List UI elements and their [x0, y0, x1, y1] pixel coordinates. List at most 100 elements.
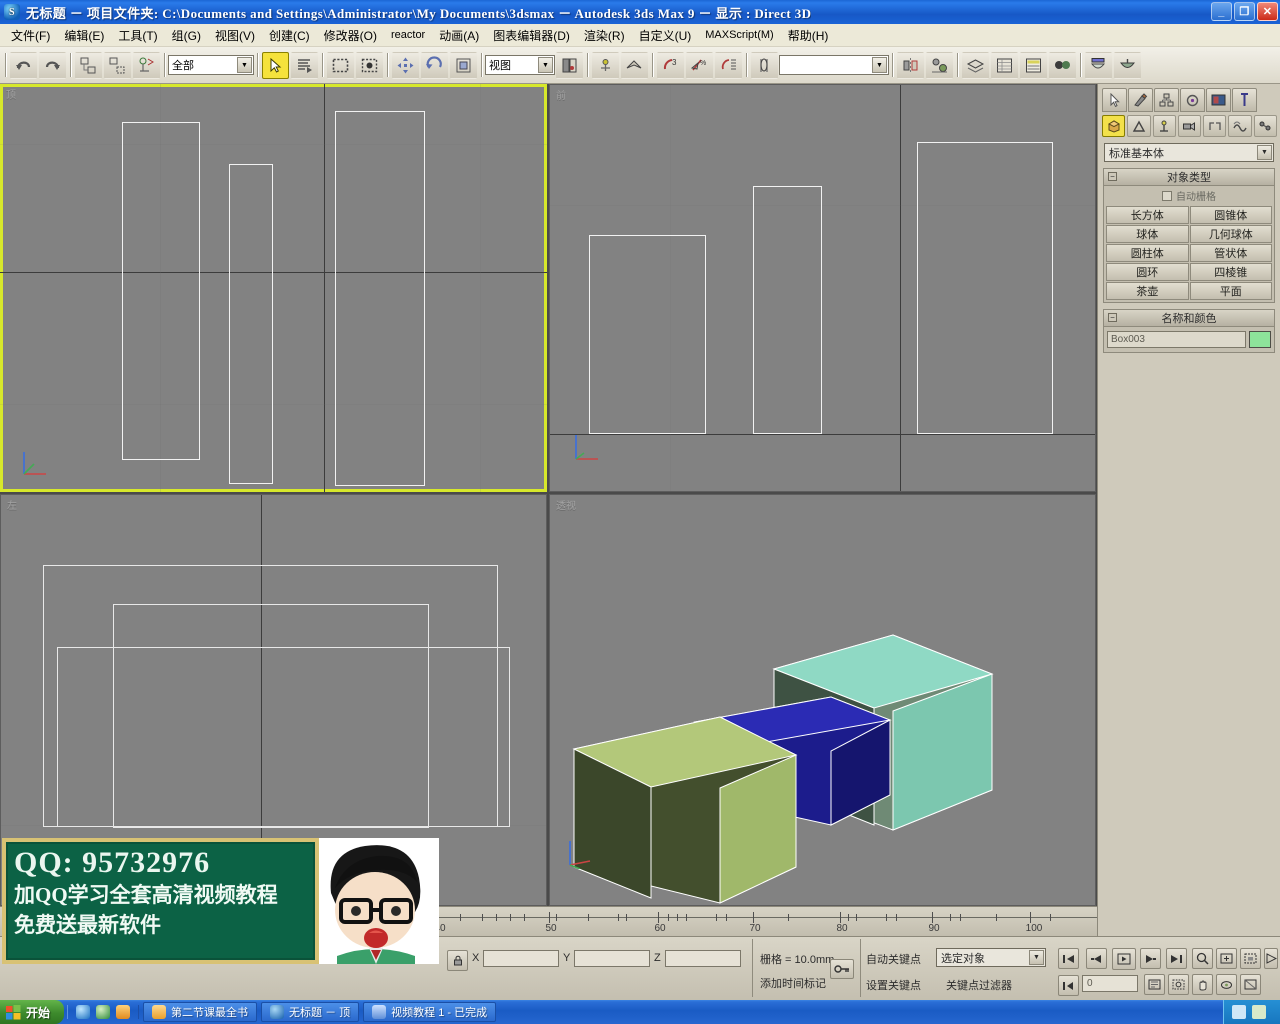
tab-modify[interactable] [1128, 88, 1153, 112]
cameras-button[interactable] [1177, 115, 1202, 137]
percent-snap-toggle-button[interactable]: % [686, 51, 713, 79]
menu-maxscript[interactable]: MAXScript(M) [698, 26, 780, 44]
x-field[interactable] [483, 950, 559, 967]
next-frame-button[interactable] [1140, 948, 1161, 969]
menu-group[interactable]: 组(G) [165, 24, 208, 47]
object-button-sphere[interactable]: 球体 [1106, 225, 1189, 243]
menu-file[interactable]: 文件(F) [4, 24, 57, 47]
object-button-torus[interactable]: 圆环 [1106, 263, 1189, 281]
collapse-icon[interactable]: − [1108, 313, 1117, 322]
chevron-down-icon[interactable]: ▼ [872, 57, 887, 73]
chevron-down-icon[interactable]: ▼ [538, 57, 553, 73]
object-color-swatch[interactable] [1249, 331, 1271, 348]
current-frame-field[interactable]: 0 [1082, 975, 1138, 992]
lock-selection-button[interactable] [447, 950, 468, 971]
ie-icon[interactable] [76, 1005, 91, 1019]
name-and-color-rollout-header[interactable]: − 名称和颜色 [1104, 310, 1274, 327]
chevron-down-icon[interactable]: ▼ [1257, 145, 1272, 160]
viewport-top[interactable]: 顶 [0, 84, 547, 492]
tab-motion[interactable] [1180, 88, 1205, 112]
collapse-icon[interactable]: − [1108, 172, 1117, 181]
object-type-rollout-header[interactable]: − 对象类型 [1104, 169, 1274, 186]
tab-utilities[interactable] [1232, 88, 1257, 112]
spinner-snap-toggle-button[interactable] [715, 51, 742, 79]
tab-create[interactable] [1102, 88, 1127, 112]
viewport-perspective[interactable]: 透视 [549, 494, 1096, 906]
folder-icon[interactable] [116, 1005, 131, 1019]
y-field[interactable] [574, 950, 650, 967]
z-field[interactable] [665, 950, 741, 967]
zoom-icon[interactable] [1192, 948, 1213, 969]
geometry-button[interactable] [1102, 115, 1126, 137]
play-animation-button[interactable] [1112, 948, 1136, 970]
select-and-move-button[interactable] [392, 51, 419, 79]
key-filters-label[interactable]: 关键点过滤器 [946, 977, 1012, 993]
menu-help[interactable]: 帮助(H) [781, 24, 836, 47]
key-mode-toggle-button[interactable] [830, 959, 854, 979]
pan-icon[interactable] [1192, 974, 1213, 995]
timeline-ruler[interactable]: 40 50 60 70 80 90 100 [430, 907, 1097, 936]
chevron-down-icon[interactable]: ▼ [1029, 950, 1044, 965]
object-button-tube[interactable]: 管状体 [1189, 244, 1272, 262]
menu-tools[interactable]: 工具(T) [111, 24, 164, 47]
shapes-button[interactable] [1127, 115, 1151, 137]
select-and-link-button[interactable] [75, 51, 102, 79]
tab-hierarchy[interactable] [1154, 88, 1179, 112]
menu-animation[interactable]: 动画(A) [432, 24, 486, 47]
chevron-down-icon[interactable]: ▼ [237, 57, 252, 73]
helpers-button[interactable] [1203, 115, 1227, 137]
previous-frame-button[interactable] [1086, 948, 1107, 969]
select-and-manipulate-button[interactable] [592, 51, 619, 79]
rectangular-selection-region-button[interactable] [327, 51, 354, 79]
auto-grid-checkbox[interactable] [1162, 190, 1172, 201]
zoom-extents-icon[interactable] [1240, 948, 1261, 969]
render-production-button[interactable] [1114, 51, 1141, 79]
select-by-name-button[interactable] [291, 51, 318, 79]
reference-coordinate-system-dropdown[interactable]: 视图 ▼ [485, 55, 555, 75]
align-button[interactable] [926, 51, 953, 79]
taskbar-item-3dsmax[interactable]: 无标题 － 顶 [261, 1002, 360, 1022]
field-of-view-icon[interactable] [1264, 948, 1278, 969]
key-filter-dropdown[interactable]: 选定对象 ▼ [936, 948, 1046, 967]
layer-manager-button[interactable] [962, 51, 989, 79]
material-editor-button[interactable] [1049, 51, 1076, 79]
named-selection-input[interactable]: ▼ [779, 55, 889, 75]
select-and-rotate-button[interactable] [421, 51, 448, 79]
curve-editor-button[interactable] [991, 51, 1018, 79]
bind-to-space-warp-button[interactable] [133, 51, 160, 79]
space-warps-button[interactable] [1228, 115, 1252, 137]
zoom-region-icon[interactable] [1168, 974, 1189, 995]
named-selection-sets-button[interactable] [751, 51, 778, 79]
menu-edit[interactable]: 编辑(E) [57, 24, 111, 47]
key-mode-nav-button[interactable] [1058, 975, 1079, 996]
systems-button[interactable] [1253, 115, 1277, 137]
object-button-pyramid[interactable]: 四棱锥 [1189, 263, 1272, 281]
menu-reactor[interactable]: reactor [384, 26, 432, 44]
close-button[interactable]: ✕ [1257, 2, 1278, 21]
undo-button[interactable] [10, 51, 37, 79]
object-button-cone[interactable]: 圆锥体 [1189, 206, 1272, 224]
angle-snap-toggle-button[interactable]: 3 [657, 51, 684, 79]
time-configuration-icon[interactable] [1144, 974, 1165, 995]
maximize-button[interactable]: ❐ [1234, 2, 1255, 21]
render-setup-button[interactable] [1085, 51, 1112, 79]
select-and-scale-button[interactable] [450, 51, 477, 79]
tab-display[interactable] [1206, 88, 1231, 112]
object-button-box[interactable]: 长方体 [1106, 206, 1189, 224]
go-to-end-button[interactable] [1166, 948, 1187, 969]
media-icon[interactable] [96, 1005, 111, 1019]
zoom-all-icon[interactable] [1216, 948, 1237, 969]
lights-button[interactable] [1152, 115, 1176, 137]
menu-views[interactable]: 视图(V) [208, 24, 262, 47]
selection-filter-dropdown[interactable]: 全部 ▼ [168, 55, 254, 75]
auto-key-label[interactable]: 自动关键点 [866, 951, 921, 967]
menu-rendering[interactable]: 渲染(R) [577, 24, 632, 47]
object-button-cylinder[interactable]: 圆柱体 [1106, 244, 1189, 262]
subcategory-dropdown[interactable]: 标准基本体 ▼ [1104, 143, 1274, 162]
taskbar-item-folder[interactable]: 第二节课最全书 [143, 1002, 258, 1022]
start-button[interactable]: 开始 [0, 1000, 65, 1024]
menu-modifiers[interactable]: 修改器(O) [317, 24, 384, 47]
redo-button[interactable] [39, 51, 66, 79]
add-time-tag-label[interactable]: 添加时间标记 [760, 975, 826, 991]
select-object-button[interactable] [262, 51, 289, 79]
